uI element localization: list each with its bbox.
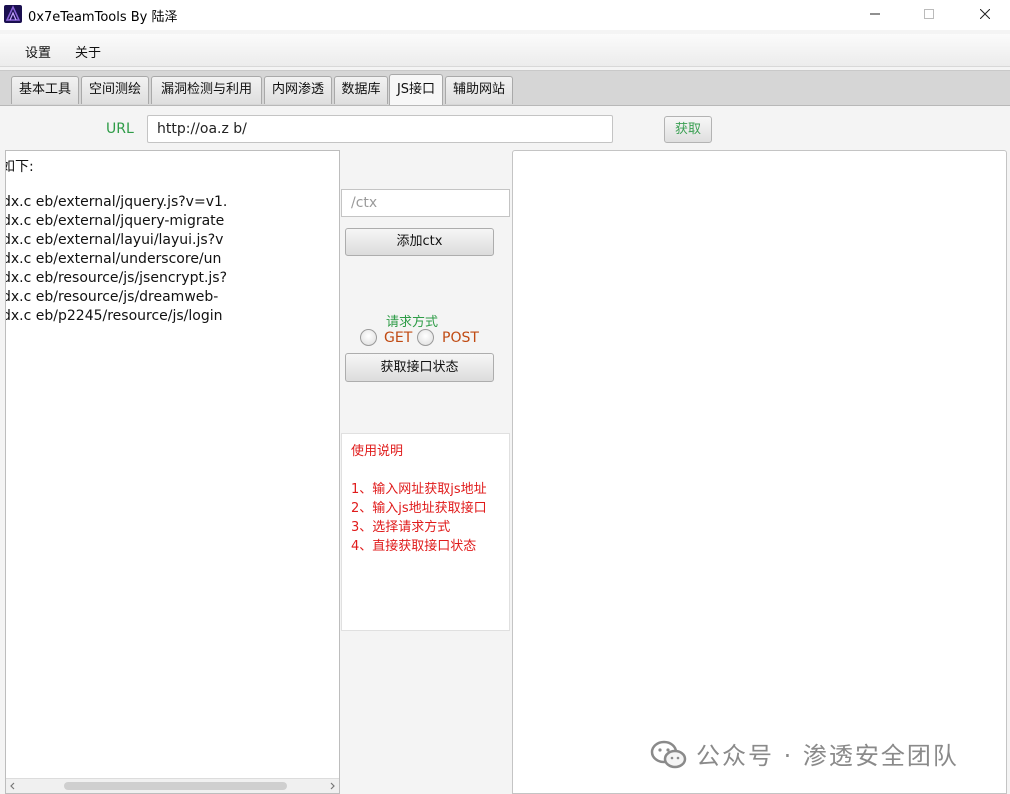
js-url-line: dx.c eb/external/underscore/un <box>5 251 222 267</box>
minimize-button[interactable] <box>852 0 898 30</box>
close-button[interactable] <box>962 0 1008 30</box>
maximize-icon <box>924 9 934 19</box>
radio-post-label: POST <box>442 330 479 346</box>
js-results-panel[interactable]: 如下: dx.c eb/external/jquery.js?v=v1. dx.… <box>5 150 340 794</box>
tab-intranet[interactable]: 内网渗透 <box>264 76 332 104</box>
minimize-icon <box>870 13 880 15</box>
window-title: 0x7eTeamTools By 陆泽 <box>28 10 178 25</box>
control-panel: /ctx 添加ctx 请求方式 GET POST 获取接口状态 使用说明 1、输… <box>340 150 511 794</box>
output-panel[interactable] <box>512 150 1007 794</box>
radio-get-label: GET <box>384 330 413 346</box>
request-method-label: 请求方式 <box>386 315 439 330</box>
menu-bar: 设置 关于 <box>0 34 1010 67</box>
fetch-button[interactable]: 获取 <box>664 116 712 143</box>
usage-step: 4、直接获取接口状态 <box>351 539 477 554</box>
results-heading: 如下: <box>6 159 34 175</box>
usage-title: 使用说明 <box>351 444 404 459</box>
ctx-input[interactable]: /ctx <box>341 189 510 217</box>
menu-about[interactable]: 关于 <box>75 42 101 61</box>
js-url-line: dx.c eb/p2245/resource/js/login <box>5 308 223 324</box>
scroll-right-arrow-icon[interactable] <box>325 779 339 793</box>
usage-step: 1、输入网址获取js地址 <box>351 482 487 497</box>
radio-post[interactable] <box>417 329 434 346</box>
tab-database[interactable]: 数据库 <box>334 76 388 104</box>
get-api-status-button[interactable]: 获取接口状态 <box>345 353 494 382</box>
add-ctx-button[interactable]: 添加ctx <box>345 228 494 256</box>
tab-basic-tools[interactable]: 基本工具 <box>11 76 79 104</box>
close-icon <box>980 9 990 19</box>
tab-js-api[interactable]: JS接口 <box>389 74 443 105</box>
tab-vuln-detect[interactable]: 漏洞检测与利用 <box>151 76 262 104</box>
url-input[interactable]: http://oa.z b/ <box>147 115 613 143</box>
title-bar: 0x7eTeamTools By 陆泽 <box>0 0 1010 30</box>
js-url-line: dx.c eb/external/layui/layui.js?v <box>5 232 224 248</box>
js-url-line: dx.c eb/external/jquery.js?v=v1. <box>5 194 228 210</box>
usage-step: 2、输入js地址获取接口 <box>351 501 487 516</box>
radio-get[interactable] <box>360 329 377 346</box>
js-url-line: dx.c eb/resource/js/dreamweb- <box>5 289 219 305</box>
watermark: 公众号 · 渗透安全团队 <box>650 736 990 770</box>
tab-bar: 基本工具 空间测绘 漏洞检测与利用 内网渗透 数据库 JS接口 辅助网站 <box>0 70 1010 106</box>
scrollbar-thumb[interactable] <box>64 782 287 790</box>
horizontal-scrollbar[interactable] <box>6 778 339 793</box>
usage-instructions: 使用说明 1、输入网址获取js地址 2、输入js地址获取接口 3、选择请求方式 … <box>341 433 510 631</box>
maximize-button[interactable] <box>906 0 952 30</box>
js-url-line: dx.c eb/resource/js/jsencrypt.js? <box>5 270 228 286</box>
menu-settings[interactable]: 设置 <box>25 42 51 61</box>
watermark-text: 公众号 · 渗透安全团队 <box>696 742 959 770</box>
usage-step: 3、选择请求方式 <box>351 520 451 535</box>
tab-aux-sites[interactable]: 辅助网站 <box>445 76 513 104</box>
tab-space-mapping[interactable]: 空间测绘 <box>81 76 149 104</box>
js-url-line: dx.c eb/external/jquery-migrate <box>5 213 225 229</box>
wechat-icon <box>650 740 687 769</box>
url-label: URL <box>106 121 134 137</box>
app-logo-icon <box>4 5 22 23</box>
scroll-left-arrow-icon[interactable] <box>6 779 20 793</box>
